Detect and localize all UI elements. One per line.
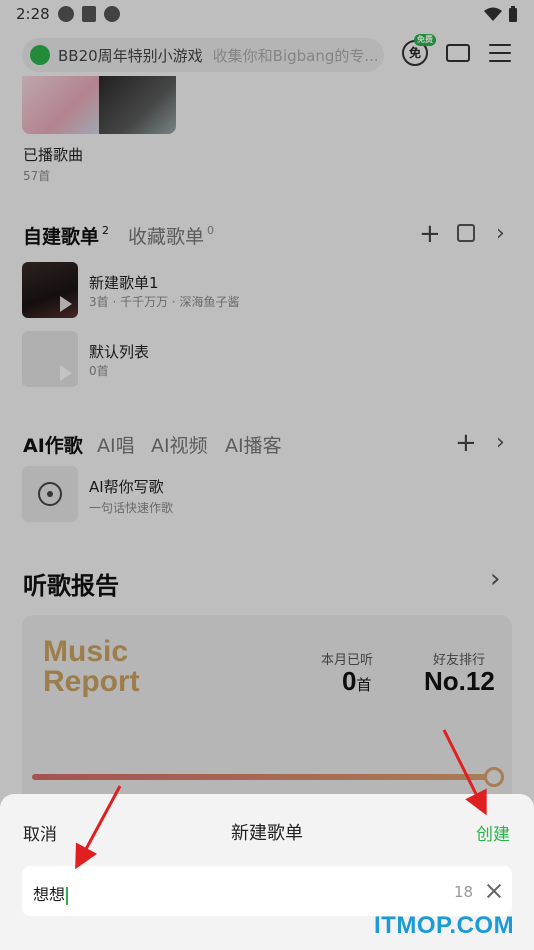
watermark-text: ITMOP.COM — [374, 912, 515, 939]
input-text: 想想 — [33, 885, 66, 904]
remaining-char-count: 18 — [454, 883, 474, 901]
create-button[interactable]: 创建 — [476, 820, 510, 845]
text-caret — [66, 886, 69, 905]
sheet-title: 新建歌单 — [231, 823, 303, 844]
cancel-button[interactable]: 取消 — [23, 820, 57, 845]
playlist-name-input-value[interactable]: 想想 — [33, 881, 69, 905]
playlist-name-input[interactable] — [22, 866, 512, 916]
clear-input-icon[interactable] — [486, 883, 502, 899]
